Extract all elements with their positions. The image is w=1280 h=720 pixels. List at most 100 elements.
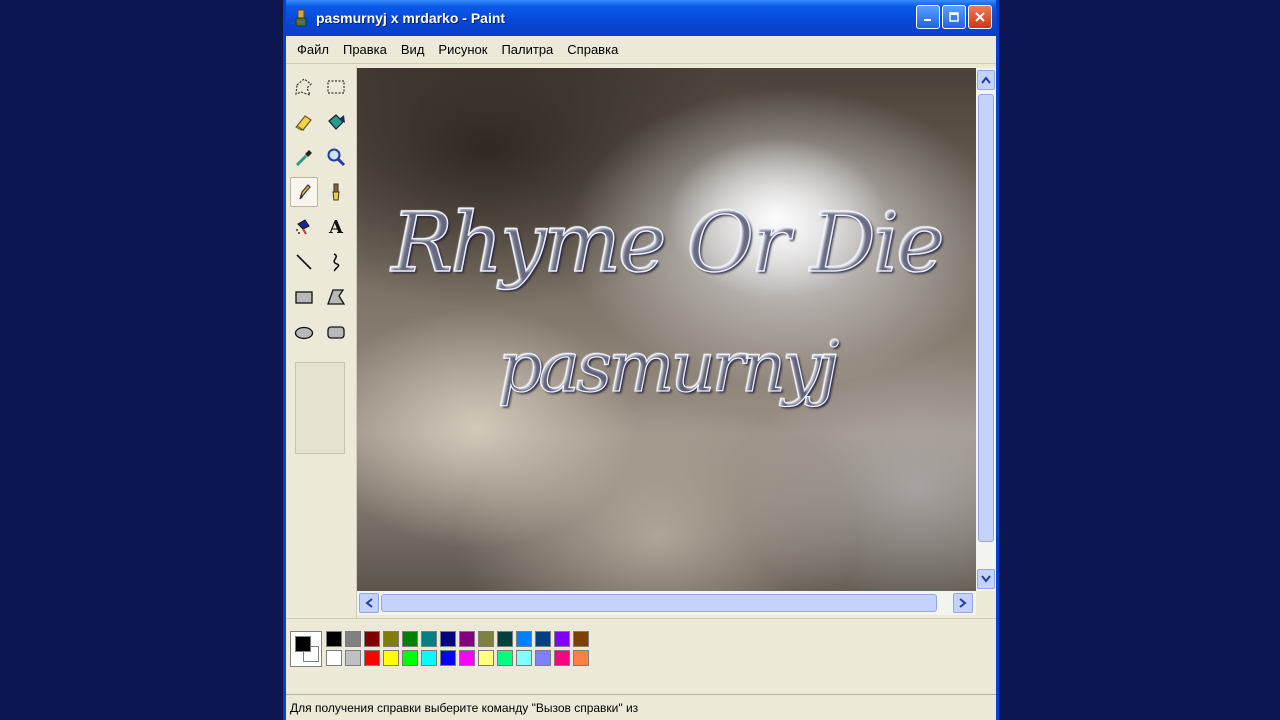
color-swatch[interactable] [402, 631, 418, 647]
minimize-icon [924, 19, 931, 21]
magnifier-icon [327, 148, 346, 167]
color-swatch[interactable] [573, 631, 589, 647]
horizontal-scrollbar[interactable] [357, 591, 976, 615]
tool-options-panel[interactable] [295, 362, 345, 454]
brush-icon [332, 183, 340, 201]
color-swatch[interactable] [516, 631, 532, 647]
chevron-left-icon [365, 598, 373, 608]
color-swatch[interactable] [459, 631, 475, 647]
chevron-right-icon [959, 598, 967, 608]
tool-ellipse[interactable] [290, 317, 318, 347]
polygon-icon [327, 289, 346, 305]
foreground-color[interactable] [295, 636, 311, 652]
minimize-button[interactable] [916, 5, 940, 29]
tool-fill[interactable] [322, 107, 350, 137]
tool-airbrush[interactable] [290, 212, 318, 242]
ellipse-icon [294, 326, 314, 340]
canvas-title-text: Rhyme Or Die [391, 195, 946, 292]
menu-colors[interactable]: Палитра [494, 42, 560, 57]
tool-brush[interactable] [322, 177, 350, 207]
tool-curve[interactable] [322, 247, 350, 277]
vertical-scroll-thumb[interactable] [978, 94, 994, 542]
free-form-select-icon [295, 78, 312, 96]
color-swatch[interactable] [516, 650, 532, 666]
color-swatch[interactable] [497, 650, 513, 666]
menu-edit[interactable]: Правка [336, 42, 394, 57]
color-swatch[interactable] [402, 650, 418, 666]
color-swatch[interactable] [478, 631, 494, 647]
tool-rect-select[interactable] [322, 72, 350, 102]
color-swatches [326, 631, 589, 666]
menu-image[interactable]: Рисунок [431, 42, 494, 57]
tool-rounded-rect[interactable] [322, 317, 350, 347]
tool-free-form-select[interactable] [290, 72, 318, 102]
vertical-scrollbar[interactable] [976, 68, 996, 591]
tool-eraser[interactable] [290, 107, 318, 137]
tool-pencil[interactable] [290, 177, 318, 207]
color-swatch[interactable] [478, 650, 494, 666]
menu-file[interactable]: Файл [290, 42, 336, 57]
menu-help[interactable]: Справка [560, 42, 625, 57]
eraser-icon [295, 115, 312, 131]
color-swatch[interactable] [440, 650, 456, 666]
tool-color-picker[interactable] [290, 142, 318, 172]
paint-window: pasmurnyj x mrdarko - Paint Файл Правка … [283, 0, 999, 720]
color-swatch[interactable] [345, 650, 361, 666]
horizontal-scroll-thumb[interactable] [381, 594, 937, 612]
color-swatch[interactable] [383, 631, 399, 647]
color-swatch[interactable] [326, 650, 342, 666]
tool-rectangle[interactable] [290, 282, 318, 312]
current-colors[interactable] [290, 631, 322, 667]
fill-bucket-icon [328, 114, 345, 130]
title-bar[interactable]: pasmurnyj x mrdarko - Paint [286, 0, 996, 36]
chevron-down-icon [981, 575, 991, 583]
tool-text[interactable]: A [322, 212, 350, 242]
rect-select-icon [327, 80, 345, 94]
scroll-up-button[interactable] [977, 70, 995, 90]
chevron-up-icon [981, 76, 991, 84]
color-picker-icon [295, 150, 312, 167]
color-swatch[interactable] [364, 631, 380, 647]
scroll-right-button[interactable] [953, 593, 973, 613]
curve-icon [333, 253, 340, 272]
drawing-canvas[interactable]: Rhyme Or Die pasmurnyj [357, 68, 976, 591]
color-swatch[interactable] [326, 631, 342, 647]
color-swatch[interactable] [383, 650, 399, 666]
color-swatch[interactable] [345, 631, 361, 647]
text-icon: A [329, 216, 343, 238]
canvas-subtitle-text: pasmurnyj [497, 325, 840, 408]
tool-line[interactable] [290, 247, 318, 277]
maximize-button[interactable] [942, 5, 966, 29]
window-title: pasmurnyj x mrdarko - Paint [316, 10, 506, 26]
tools-grid: A [290, 72, 352, 347]
color-swatch[interactable] [421, 650, 437, 666]
pencil-icon [299, 184, 311, 200]
scroll-left-button[interactable] [359, 593, 379, 613]
maximize-icon [949, 12, 959, 22]
color-swatch[interactable] [535, 650, 551, 666]
menu-view[interactable]: Вид [394, 42, 432, 57]
color-swatch[interactable] [421, 631, 437, 647]
color-swatch[interactable] [459, 650, 475, 666]
color-swatch[interactable] [364, 650, 380, 666]
tool-polygon[interactable] [322, 282, 350, 312]
window-controls [916, 5, 992, 29]
color-swatch[interactable] [440, 631, 456, 647]
color-swatch[interactable] [535, 631, 551, 647]
toolbox: A [286, 66, 357, 618]
close-button[interactable] [968, 5, 992, 29]
paint-palette-icon [292, 9, 310, 27]
status-text: Для получения справки выберите команду "… [290, 700, 639, 715]
scroll-down-button[interactable] [977, 569, 995, 589]
color-swatch[interactable] [573, 650, 589, 666]
line-icon [296, 254, 312, 270]
menu-bar: Файл Правка Вид Рисунок Палитра Справка [286, 36, 996, 64]
close-icon [975, 12, 985, 22]
rounded-rect-icon [327, 326, 345, 339]
color-swatch[interactable] [497, 631, 513, 647]
airbrush-icon [296, 219, 310, 235]
color-swatch[interactable] [554, 631, 570, 647]
rectangle-icon [295, 291, 313, 304]
color-swatch[interactable] [554, 650, 570, 666]
tool-magnifier[interactable] [322, 142, 350, 172]
